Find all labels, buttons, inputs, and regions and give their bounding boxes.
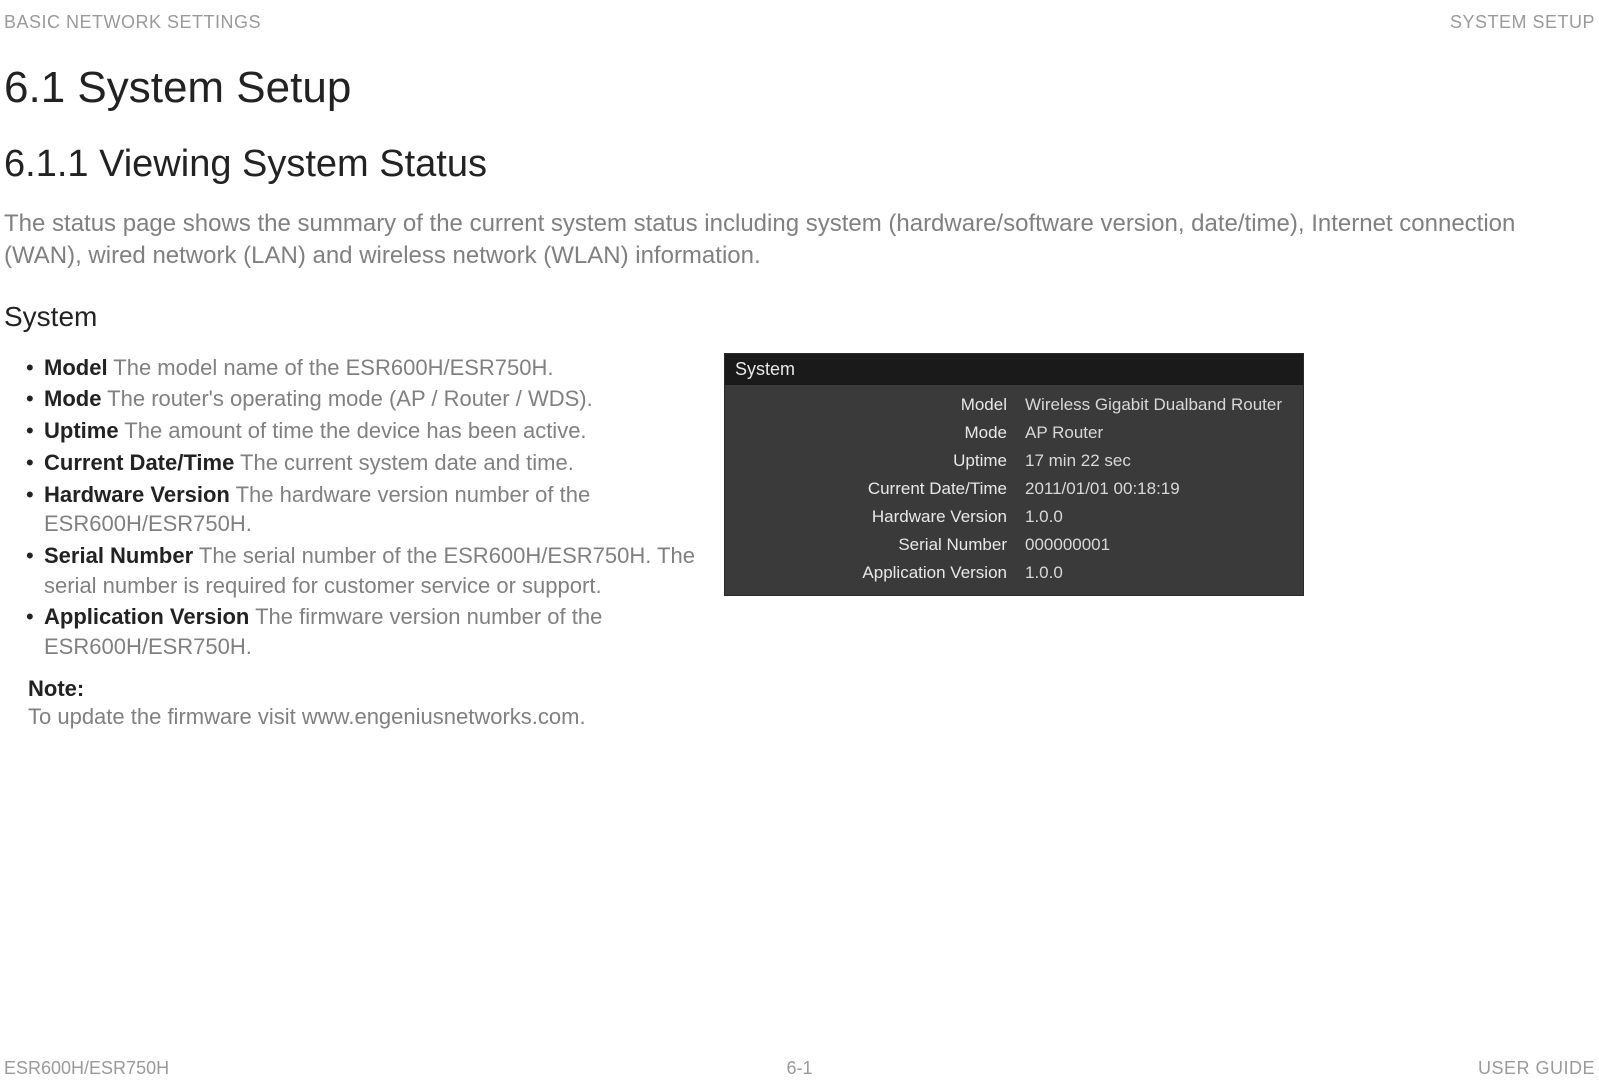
list-item: Hardware Version The hardware version nu… (26, 480, 704, 539)
screenshot-body: Model Wireless Gigabit Dualband Router M… (725, 385, 1303, 595)
table-row: Mode AP Router (725, 419, 1303, 447)
list-item: Model The model name of the ESR600H/ESR7… (26, 353, 704, 383)
list-item: Serial Number The serial number of the E… (26, 541, 704, 600)
content-left: Model The model name of the ESR600H/ESR7… (4, 353, 724, 732)
row-label-datetime: Current Date/Time (725, 479, 1025, 499)
row-value-serial: 000000001 (1025, 535, 1285, 555)
table-row: Hardware Version 1.0.0 (725, 503, 1303, 531)
term-model: Model (44, 355, 108, 380)
footer-right: USER GUIDE (1478, 1058, 1595, 1079)
page-footer: ESR600H/ESR750H 6-1 USER GUIDE (4, 1058, 1595, 1079)
row-label-serial: Serial Number (725, 535, 1025, 555)
note-text: To update the firmware visit www.engeniu… (28, 702, 704, 732)
row-label-appver: Application Version (725, 563, 1025, 583)
term-uptime: Uptime (44, 418, 119, 443)
footer-left: ESR600H/ESR750H (4, 1058, 169, 1079)
list-item: Mode The router's operating mode (AP / R… (26, 384, 704, 414)
term-mode: Mode (44, 386, 101, 411)
header-left: BASIC NETWORK SETTINGS (4, 12, 261, 33)
subsection-title: 6.1.1 Viewing System Status (4, 143, 1599, 186)
section-title: 6.1 System Setup (4, 63, 1599, 113)
table-row: Serial Number 000000001 (725, 531, 1303, 559)
desc-uptime: The amount of time the device has been a… (119, 418, 587, 443)
screenshot-panel: System Model Wireless Gigabit Dualband R… (724, 353, 1304, 596)
term-serial: Serial Number (44, 543, 193, 568)
desc-model: The model name of the ESR600H/ESR750H. (108, 355, 554, 380)
list-item: Uptime The amount of time the device has… (26, 416, 704, 446)
row-value-hwver: 1.0.0 (1025, 507, 1285, 527)
table-row: Uptime 17 min 22 sec (725, 447, 1303, 475)
screenshot-header: System (725, 354, 1303, 385)
footer-center: 6-1 (786, 1058, 812, 1079)
list-item: Application Version The firmware version… (26, 602, 704, 661)
intro-paragraph: The status page shows the summary of the… (4, 208, 1591, 273)
table-row: Current Date/Time 2011/01/01 00:18:19 (725, 475, 1303, 503)
content-right: System Model Wireless Gigabit Dualband R… (724, 353, 1595, 596)
row-label-mode: Mode (725, 423, 1025, 443)
row-value-mode: AP Router (1025, 423, 1285, 443)
table-row: Application Version 1.0.0 (725, 559, 1303, 587)
system-subheading: System (4, 301, 1599, 333)
row-label-hwver: Hardware Version (725, 507, 1025, 527)
table-row: Model Wireless Gigabit Dualband Router (725, 391, 1303, 419)
page-header: BASIC NETWORK SETTINGS SYSTEM SETUP (0, 0, 1599, 33)
list-item: Current Date/Time The current system dat… (26, 448, 704, 478)
term-appver: Application Version (44, 604, 249, 629)
bullet-list: Model The model name of the ESR600H/ESR7… (4, 353, 704, 662)
desc-datetime: The current system date and time. (234, 450, 574, 475)
content-row: Model The model name of the ESR600H/ESR7… (0, 353, 1599, 732)
desc-mode: The router's operating mode (AP / Router… (101, 386, 592, 411)
term-datetime: Current Date/Time (44, 450, 234, 475)
row-value-uptime: 17 min 22 sec (1025, 451, 1285, 471)
term-hwver: Hardware Version (44, 482, 230, 507)
row-label-model: Model (725, 395, 1025, 415)
header-right: SYSTEM SETUP (1450, 12, 1595, 33)
row-value-model: Wireless Gigabit Dualband Router (1025, 395, 1285, 415)
note-block: Note: To update the firmware visit www.e… (4, 676, 704, 732)
note-label: Note: (28, 676, 704, 702)
page-container: BASIC NETWORK SETTINGS SYSTEM SETUP 6.1 … (0, 0, 1599, 1091)
row-value-datetime: 2011/01/01 00:18:19 (1025, 479, 1285, 499)
row-value-appver: 1.0.0 (1025, 563, 1285, 583)
row-label-uptime: Uptime (725, 451, 1025, 471)
